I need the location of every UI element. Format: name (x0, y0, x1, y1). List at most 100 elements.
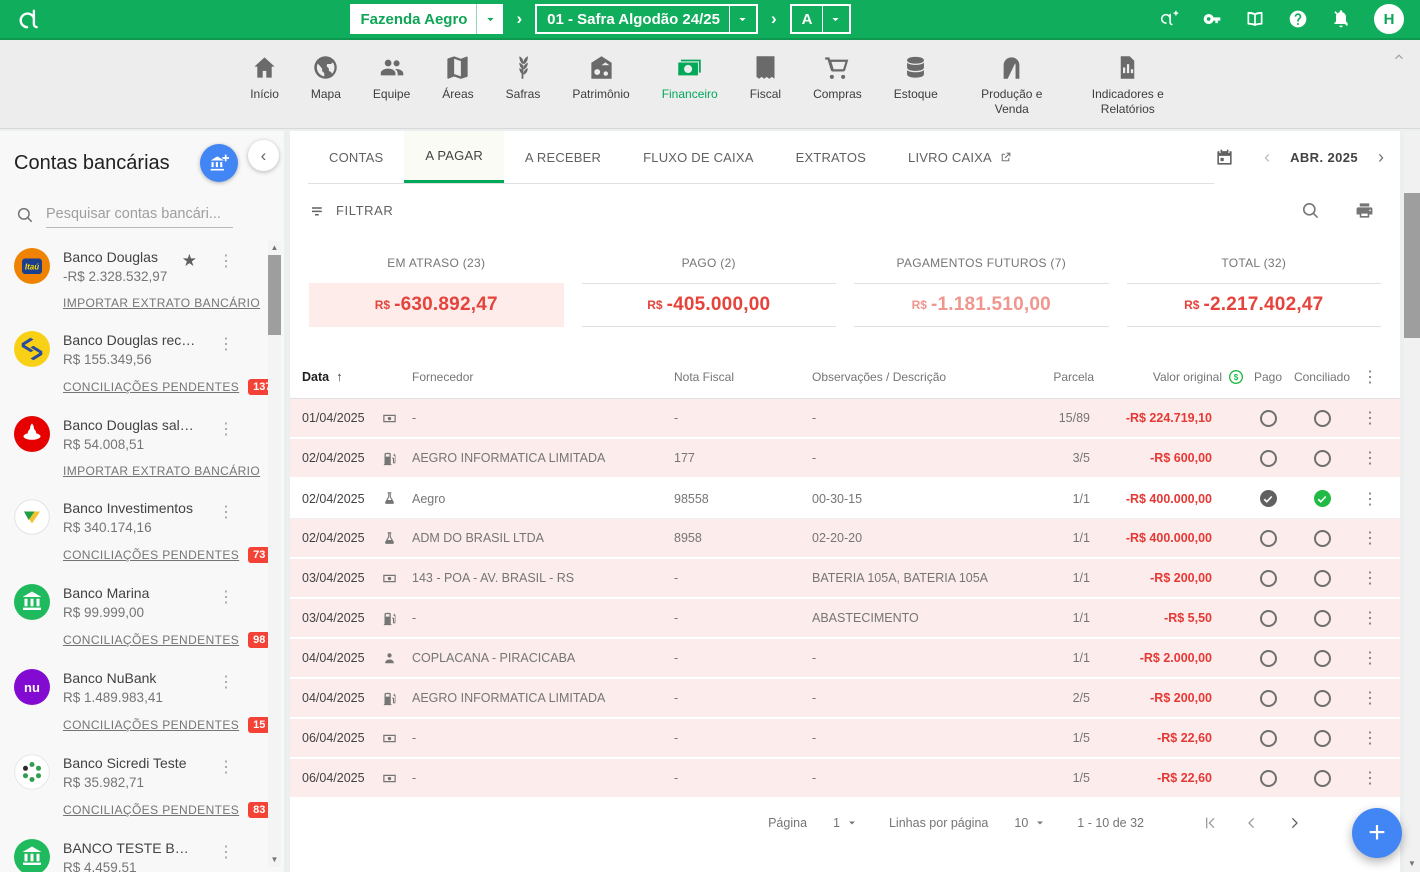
pending-reconciliations-link[interactable]: CONCILIAÇÕES PENDENTES (63, 548, 239, 562)
nav-item-fiscal[interactable]: Fiscal (734, 52, 797, 101)
tab-fluxo-de-caixa[interactable]: FLUXO DE CAIXA (622, 131, 774, 183)
avatar[interactable]: H (1374, 4, 1404, 34)
col-header-nota-fiscal[interactable]: Nota Fiscal (674, 370, 812, 384)
bank-account-item[interactable]: ItaúBanco Douglas-R$ 2.328.532,97★⋮ (14, 242, 236, 290)
import-statement-link[interactable]: IMPORTAR EXTRATO BANCÁRIO (63, 296, 260, 310)
reconciled-checkbox[interactable] (1314, 410, 1331, 427)
bank-account-item[interactable]: Banco Douglas salário Ti...R$ 54.008,51⋮ (14, 410, 236, 458)
row-menu-icon[interactable]: ⋮ (1352, 489, 1388, 509)
nav-item-estoque[interactable]: Estoque (878, 52, 954, 101)
chevron-down-icon[interactable] (477, 12, 503, 27)
payable-row[interactable]: 02/04/2025AEGRO INFORMATICA LIMITADA177-… (290, 439, 1400, 479)
account-menu-icon[interactable]: ⋮ (218, 502, 234, 522)
add-bank-account-button[interactable] (200, 144, 238, 182)
row-menu-icon[interactable]: ⋮ (1352, 608, 1388, 628)
payable-row[interactable]: 06/04/2025---1/5-R$ 22,60⋮ (290, 719, 1400, 759)
summary-card-future[interactable]: PAGAMENTOS FUTUROS (7)R$-1.181.510,00 (854, 256, 1109, 327)
tab-extratos[interactable]: EXTRATOS (775, 131, 887, 183)
nav-item-equipe[interactable]: Equipe (357, 52, 426, 101)
nav-item-mapa[interactable]: Mapa (295, 52, 357, 101)
scroll-up-icon[interactable]: ▲ (271, 241, 279, 255)
reconciled-checkbox[interactable] (1314, 610, 1331, 627)
knowledge-book-icon[interactable] (1245, 9, 1265, 29)
collapse-nav-icon[interactable] (1392, 50, 1406, 64)
nav-item-inicio[interactable]: Início (234, 52, 295, 101)
account-menu-icon[interactable]: ⋮ (218, 757, 234, 777)
account-menu-icon[interactable]: ⋮ (218, 587, 234, 607)
reconciled-checkbox[interactable] (1314, 690, 1331, 707)
bank-account-item[interactable]: Banco Sicredi TesteR$ 35.982,71⋮ (14, 748, 236, 796)
chevron-down-icon[interactable] (730, 12, 756, 27)
rows-per-page-select[interactable]: 10 (1014, 816, 1047, 830)
nav-item-compras[interactable]: Compras (797, 52, 878, 101)
prev-month-button[interactable]: ‹ (1264, 147, 1270, 168)
scroll-down-icon[interactable]: ▼ (1404, 859, 1420, 868)
key-icon[interactable] (1202, 9, 1222, 29)
payable-row[interactable]: 03/04/2025143 - POA - AV. BRASIL - RS-BA… (290, 559, 1400, 599)
pending-reconciliations-link[interactable]: CONCILIAÇÕES PENDENTES (63, 633, 239, 647)
bank-account-item[interactable]: Banco InvestimentosR$ 340.174,16⋮ (14, 493, 236, 541)
scrollbar-thumb[interactable] (1404, 193, 1420, 338)
reconciled-checkbox[interactable] (1314, 650, 1331, 667)
pending-reconciliations-link[interactable]: CONCILIAÇÕES PENDENTES (63, 718, 239, 732)
reconciled-checkbox[interactable] (1314, 490, 1331, 507)
bank-account-item[interactable]: BANCO TESTE BRUNAR$ 4.459,51⋮ (14, 833, 236, 872)
tab-contas[interactable]: CONTAS (308, 131, 404, 183)
account-menu-icon[interactable]: ⋮ (218, 672, 234, 692)
payable-row[interactable]: 04/04/2025COPLACANA - PIRACICABA--1/1-R$… (290, 639, 1400, 679)
prev-page-button[interactable] (1244, 815, 1260, 831)
paid-checkbox[interactable] (1260, 690, 1277, 707)
harvest-selector[interactable]: 01 - Safra Algodão 24/25 (535, 4, 758, 34)
paid-checkbox[interactable] (1260, 570, 1277, 587)
search-accounts-input[interactable] (46, 202, 233, 228)
row-menu-icon[interactable]: ⋮ (1352, 768, 1388, 788)
row-menu-icon[interactable]: ⋮ (1352, 648, 1388, 668)
add-account-icon[interactable] (1159, 9, 1179, 29)
notifications-off-icon[interactable] (1331, 9, 1351, 29)
paid-checkbox[interactable] (1260, 610, 1277, 627)
calendar-icon[interactable] (1215, 148, 1234, 167)
row-menu-icon[interactable]: ⋮ (1352, 688, 1388, 708)
payable-row[interactable]: 04/04/2025AEGRO INFORMATICA LIMITADA--2/… (290, 679, 1400, 719)
collapse-sidebar-button[interactable]: ‹ (248, 140, 279, 171)
tab-a-receber[interactable]: A RECEBER (504, 131, 622, 183)
row-menu-icon[interactable]: ⋮ (1352, 408, 1388, 428)
paid-checkbox[interactable] (1260, 530, 1277, 547)
reconciled-checkbox[interactable] (1314, 450, 1331, 467)
payable-row[interactable]: 02/04/2025Aegro9855800-30-151/1-R$ 400.0… (290, 479, 1400, 519)
page-select[interactable]: 1 (833, 816, 859, 830)
pending-reconciliations-link[interactable]: CONCILIAÇÕES PENDENTES (63, 803, 239, 817)
next-month-button[interactable]: › (1378, 147, 1384, 168)
nav-item-areas[interactable]: Áreas (426, 52, 489, 101)
scroll-down-icon[interactable]: ▼ (271, 853, 279, 867)
account-menu-icon[interactable]: ⋮ (218, 842, 234, 862)
payable-row[interactable]: 02/04/2025ADM DO BRASIL LTDA895802-20-20… (290, 519, 1400, 559)
paid-checkbox[interactable] (1260, 490, 1277, 507)
help-icon[interactable] (1288, 9, 1308, 29)
col-header-observacoes[interactable]: Observações / Descrição (812, 370, 1024, 384)
payable-row[interactable]: 06/04/2025---1/5-R$ 22,60⋮ (290, 759, 1400, 799)
favorite-star-icon[interactable]: ★ (182, 251, 197, 271)
next-page-button[interactable] (1286, 815, 1302, 831)
row-menu-icon[interactable]: ⋮ (1352, 528, 1388, 548)
reconciled-checkbox[interactable] (1314, 530, 1331, 547)
pending-reconciliations-link[interactable]: CONCILIAÇÕES PENDENTES (63, 380, 239, 394)
reconciled-checkbox[interactable] (1314, 730, 1331, 747)
paid-checkbox[interactable] (1260, 730, 1277, 747)
nav-item-indicadores-e-relatorios[interactable]: Indicadores e Relatórios (1070, 52, 1186, 116)
paid-checkbox[interactable] (1260, 650, 1277, 667)
column-settings-icon[interactable]: ⋮ (1352, 367, 1388, 387)
account-menu-icon[interactable]: ⋮ (218, 251, 234, 271)
nav-item-financeiro[interactable]: Financeiro (646, 52, 734, 101)
sub-context-selector[interactable]: A (790, 4, 851, 34)
add-payable-fab[interactable]: + (1352, 808, 1402, 858)
paid-checkbox[interactable] (1260, 770, 1277, 787)
row-menu-icon[interactable]: ⋮ (1352, 568, 1388, 588)
summary-card-paid[interactable]: PAGO (2)R$-405.000,00 (582, 256, 837, 327)
sidebar-scrollbar[interactable]: ▲ ▼ (268, 241, 281, 867)
col-header-parcela[interactable]: Parcela (1024, 370, 1094, 384)
account-menu-icon[interactable]: ⋮ (218, 419, 234, 439)
tab-livro-caixa[interactable]: LIVRO CAIXA (887, 131, 1033, 183)
chevron-down-icon[interactable] (823, 12, 849, 27)
col-header-valor-original[interactable]: Valor original $ (1094, 369, 1244, 385)
